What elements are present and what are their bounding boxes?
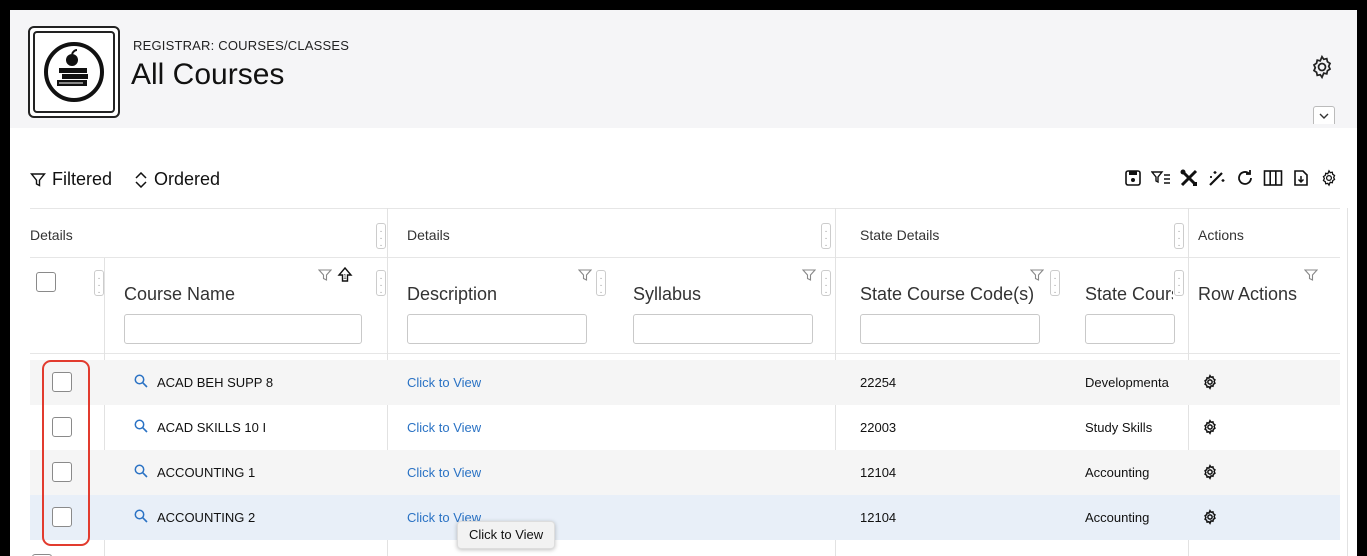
svg-text:1: 1 [343,275,347,281]
search-icon[interactable] [134,464,148,478]
course-name-cell: ACCOUNTING 1 [157,465,256,480]
settings-gear-icon[interactable] [1309,54,1335,80]
group-resize-handle[interactable]: · · · [821,223,831,251]
save-icon[interactable] [1123,168,1143,188]
row-actions-gear-icon[interactable] [1202,419,1218,435]
magic-wand-icon[interactable] [1207,168,1227,188]
table-row[interactable]: ACAD SKILLS 10 I Click to View 22003 Stu… [30,405,1340,450]
grid-toolbar: Filtered Ordered [10,166,1357,194]
select-all-checkbox[interactable] [36,272,56,292]
page-title: All Courses [131,58,285,91]
column-filter-icon[interactable] [318,268,332,282]
logo-frame [33,31,115,113]
course-name-cell: ACCOUNTING 2 [157,510,256,525]
filtered-label: Filtered [52,169,113,189]
column-resize-handle[interactable]: · · · [94,270,104,298]
column-header-row: · · · Course Name 1 · · · Description · · · Sy… [30,258,1340,308]
state-code-cell: 22254 [860,375,897,390]
group-state-details: State Details [860,227,940,243]
syllabus-filter-input[interactable] [633,314,813,344]
chevron-down-icon [1319,113,1329,119]
course-name-filter-input[interactable] [124,314,362,344]
columns-icon[interactable] [1263,168,1283,188]
group-resize-handle[interactable]: · · · [376,223,386,251]
breadcrumb: REGISTRAR: COURSES/CLASSES [133,38,350,53]
description-link[interactable]: Click to View [407,465,481,480]
column-filter-icon[interactable] [1304,268,1318,282]
description-filter-input[interactable] [407,314,587,344]
column-filter-row [30,308,1340,354]
ordered-toggle[interactable]: Ordered [134,169,220,190]
description-link[interactable]: Click to View [407,375,481,390]
column-filter-icon[interactable] [1030,268,1044,282]
description-link[interactable]: Click to View [407,420,481,435]
column-resize-handle[interactable]: · · · [821,270,831,298]
column-group-row: Details · · · Details · · · State Details · ·… [30,208,1340,258]
tools-icon[interactable] [1179,168,1199,188]
course-name-cell: ACAD SKILLS 10 I [157,420,267,435]
state-code-cell: 22003 [860,420,897,435]
column-resize-handle[interactable]: · · · [1050,270,1060,298]
row-actions-gear-icon[interactable] [1202,509,1218,525]
school-apple-books-icon [44,42,104,102]
page-header: REGISTRAR: COURSES/CLASSES All Courses [10,10,1357,128]
state-code-filter-input[interactable] [860,314,1040,344]
state-code-cell: 12104 [860,510,897,525]
app-logo [28,26,120,118]
group-resize-handle[interactable]: · · · [1174,223,1184,251]
column-header-row-actions: Row Actions [1198,284,1298,304]
column-resize-handle[interactable]: · · · [376,270,386,298]
collapse-header-button[interactable] [1313,106,1335,124]
column-header-course-name[interactable]: Course Name [124,284,314,305]
app-window: REGISTRAR: COURSES/CLASSES All Courses F… [10,10,1357,556]
column-resize-handle[interactable]: · · · [596,270,606,298]
row-actions-gear-icon[interactable] [1202,464,1218,480]
group-details-2: Details [407,227,450,243]
state-code-cell: 12104 [860,465,897,480]
checkbox-highlight-annotation [42,360,90,546]
column-header-description[interactable]: Description [407,284,577,305]
ordered-label: Ordered [154,169,221,189]
course-name-cell: ACAD BEH SUPP 8 [157,375,274,390]
sort-ascending-icon[interactable]: 1 [336,266,354,284]
refresh-icon[interactable] [1235,168,1255,188]
state-course-cell: Developmenta [1085,375,1169,390]
group-actions: Actions [1198,227,1244,243]
row-actions-gear-icon[interactable] [1202,374,1218,390]
sort-icon [135,171,147,188]
table-row[interactable]: ACCOUNTING 1 Click to View 12104 Account… [30,450,1340,495]
export-icon[interactable] [1291,168,1311,188]
search-icon[interactable] [134,419,148,433]
search-icon[interactable] [134,374,148,388]
table-row[interactable]: ACCOUNTING 2 Click to View 12104 Account… [30,495,1340,540]
table-row[interactable]: ACAD BEH SUPP 8 Click to View 22254 Deve… [30,360,1340,405]
gear-icon[interactable] [1319,168,1339,188]
state-course-cell: Study Skills [1085,420,1153,435]
column-filter-icon[interactable] [578,268,592,282]
column-filter-icon[interactable] [802,268,816,282]
state-course-cell: Accounting [1085,465,1150,480]
column-resize-handle[interactable]: · · · [1174,270,1184,298]
search-icon[interactable] [134,509,148,523]
filter-icon [30,172,46,187]
column-header-syllabus[interactable]: Syllabus [633,284,803,305]
column-header-state-course-codes[interactable]: State Course Code(s) [860,284,1050,305]
state-course-filter-input[interactable] [1085,314,1175,344]
column-header-state-course[interactable]: State Cours [1085,284,1173,305]
tooltip: Click to View [457,521,556,549]
courses-grid: Details · · · Details · · · State Details · ·… [30,208,1348,556]
filtered-toggle[interactable]: Filtered [30,169,112,190]
state-course-cell: Accounting [1085,510,1150,525]
filter-list-icon[interactable] [1151,168,1171,188]
group-details-1: Details [30,227,73,243]
